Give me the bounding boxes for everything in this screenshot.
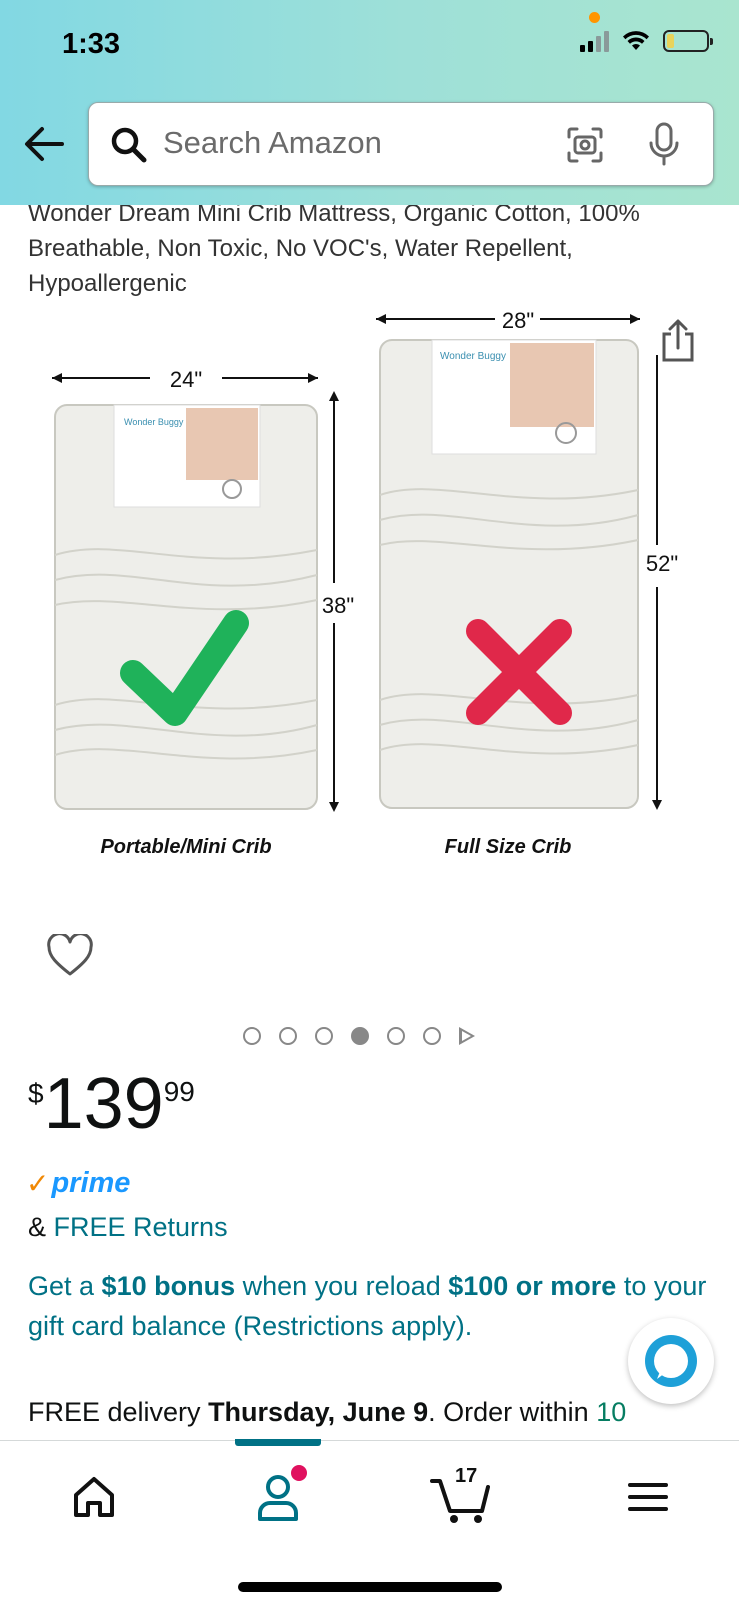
returns-info: & FREE Returns: [28, 1212, 228, 1243]
delivery-date: Thursday, June 9: [208, 1397, 429, 1427]
promo-bonus: $10 bonus: [101, 1271, 236, 1301]
left-package-brand: Wonder Buggy: [124, 417, 184, 427]
carousel-dot[interactable]: [243, 1027, 261, 1045]
carousel-dot[interactable]: [315, 1027, 333, 1045]
alexa-icon: [645, 1335, 697, 1387]
wifi-icon: [623, 31, 649, 50]
privacy-indicator-dot: [589, 12, 600, 23]
menu-icon: [628, 1483, 668, 1511]
home-indicator-bar[interactable]: [238, 1582, 502, 1592]
delivery-info: FREE delivery Thursday, June 9. Order wi…: [28, 1397, 728, 1428]
carousel-dot-active[interactable]: [351, 1027, 369, 1045]
search-input[interactable]: [163, 125, 543, 161]
image-carousel-dots[interactable]: [243, 1027, 475, 1045]
active-tab-indicator: [235, 1439, 321, 1446]
nav-home-button[interactable]: [64, 1469, 124, 1525]
mini-crib-mattress: Wonder Buggy: [54, 404, 318, 810]
product-image[interactable]: 24" 38" Wonder Buggy 28" 52" Wonder Bugg…: [40, 305, 720, 885]
full-size-crib-mattress: Wonder Buggy: [379, 339, 639, 809]
carousel-dot[interactable]: [387, 1027, 405, 1045]
left-height-label: 38": [322, 593, 354, 618]
status-time: 1:33: [62, 28, 121, 60]
prime-badge: ✓ prime: [26, 1167, 130, 1200]
carousel-dot[interactable]: [423, 1027, 441, 1045]
product-title[interactable]: Wonder Dream Mini Crib Mattress, Organic…: [28, 196, 718, 301]
promo-threshold: $100 or more: [448, 1271, 617, 1301]
delivery-countdown: 10: [596, 1397, 627, 1427]
prime-check-icon: ✓: [26, 1168, 50, 1199]
price-whole: 139: [43, 1064, 164, 1144]
promo-text: Get a: [28, 1271, 102, 1301]
video-play-icon[interactable]: [459, 1027, 475, 1045]
mini-crib-caption: Portable/Mini Crib: [100, 836, 271, 858]
delivery-prefix: FREE delivery: [28, 1397, 209, 1427]
cart-count: 17: [455, 1465, 478, 1487]
carousel-dot[interactable]: [279, 1027, 297, 1045]
left-width-label: 24": [170, 367, 202, 392]
back-arrow-icon[interactable]: [22, 124, 66, 164]
heart-icon[interactable]: [46, 934, 94, 978]
gift-card-promo[interactable]: Get a $10 bonus when you reload $100 or …: [28, 1266, 718, 1346]
right-width-label: 28": [502, 308, 534, 333]
full-crib-caption: Full Size Crib: [445, 836, 572, 858]
price-symbol: $: [28, 1078, 44, 1109]
promo-text: when you reload: [235, 1271, 449, 1301]
search-icon: [111, 127, 147, 163]
status-icons: [580, 30, 713, 52]
notification-badge: [291, 1465, 307, 1481]
home-icon: [74, 1477, 114, 1517]
returns-prefix: &: [28, 1212, 54, 1242]
top-header: 1:33: [0, 0, 739, 205]
prime-label: prime: [51, 1167, 131, 1199]
price-fraction: 99: [163, 1076, 195, 1107]
product-price: $ 139 99: [28, 1068, 195, 1140]
nav-menu-button[interactable]: [618, 1469, 678, 1525]
battery-icon: [663, 30, 713, 52]
right-height-label: 52": [646, 551, 678, 576]
cellular-signal-icon: [580, 30, 609, 52]
alexa-button[interactable]: [628, 1318, 714, 1404]
nav-account-button[interactable]: [248, 1465, 308, 1525]
free-returns-link[interactable]: FREE Returns: [54, 1212, 228, 1242]
camera-scan-icon[interactable]: [565, 125, 605, 165]
bottom-navigation: 17: [0, 1439, 739, 1600]
microphone-icon[interactable]: [647, 121, 681, 167]
search-bar[interactable]: [88, 102, 714, 186]
right-package-brand: Wonder Buggy: [440, 351, 506, 362]
delivery-suffix: . Order within: [428, 1397, 597, 1427]
share-icon[interactable]: [660, 318, 696, 364]
nav-cart-button[interactable]: 17: [428, 1465, 498, 1525]
